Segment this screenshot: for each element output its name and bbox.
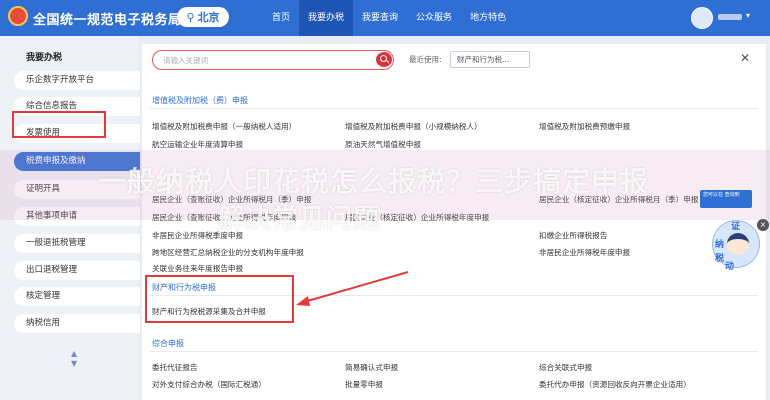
mascot-char: 税 bbox=[715, 254, 725, 264]
main-nav: 首页 我要办税 我要查询 公众服务 地方特色 bbox=[263, 0, 515, 36]
region-selector[interactable]: ⚲ 北京 bbox=[177, 7, 229, 27]
mascot-icon[interactable]: 证 纳 税 动 bbox=[712, 220, 760, 272]
nav-query[interactable]: 我要查询 bbox=[353, 0, 407, 36]
link-cit-7[interactable]: 跨地区经营汇总纳税企业的分支机构年度申报 bbox=[152, 247, 304, 258]
sidebar-item-credit[interactable]: 纳税信用 bbox=[14, 314, 140, 333]
nav-home[interactable]: 首页 bbox=[263, 0, 299, 36]
search-box bbox=[152, 50, 394, 70]
annotation-box-property bbox=[145, 275, 294, 323]
sidebar-item-lqi-platform[interactable]: 乐企数字开放平台 bbox=[14, 71, 140, 90]
sidebar-item-refund[interactable]: 一般退抵税管理 bbox=[14, 234, 140, 253]
link-comp-1[interactable]: 委托代征报告 bbox=[152, 362, 198, 373]
link-comp-2[interactable]: 简易确认式申报 bbox=[345, 362, 398, 373]
mascot-face bbox=[727, 233, 749, 255]
search-input[interactable] bbox=[163, 54, 363, 66]
chevron-down-icon[interactable]: ▾ bbox=[746, 11, 750, 20]
overlay-subheadline: 解决常见问题 bbox=[218, 204, 381, 234]
annotation-box-sidebar bbox=[12, 111, 106, 138]
recent-label: 最近使用: bbox=[409, 55, 442, 64]
mascot-char: 动 bbox=[725, 262, 735, 272]
section-title-comprehensive: 综合申报 bbox=[152, 339, 184, 348]
link-comp-4[interactable]: 对外支付综合办税（国际汇税通） bbox=[152, 379, 266, 390]
floating-hint-button[interactable]: 您可以在 查询到 bbox=[700, 190, 752, 208]
sidebar-item-export-refund[interactable]: 出口退税管理 bbox=[14, 261, 140, 280]
nav-public-service[interactable]: 公众服务 bbox=[407, 0, 461, 36]
divider bbox=[150, 108, 758, 109]
user-avatar[interactable] bbox=[691, 7, 713, 29]
overlay-headline: 一般纳税人印花税怎么报税？三步搞定申报 bbox=[98, 165, 650, 198]
scroll-down-icon[interactable]: ▼ bbox=[71, 359, 77, 368]
location-pin-icon: ⚲ bbox=[186, 10, 195, 24]
link-cit-8[interactable]: 非居民企业所得税年度申报 bbox=[539, 247, 630, 258]
close-icon[interactable]: × bbox=[757, 219, 769, 231]
link-cit-9[interactable]: 关联业务往来年度报告申报 bbox=[152, 263, 243, 274]
close-icon[interactable]: ✕ bbox=[740, 51, 750, 65]
link-comp-6[interactable]: 委托代办申报（资源回收反向开票企业适用） bbox=[539, 379, 691, 390]
scroll-up-icon[interactable]: ▲ bbox=[71, 349, 77, 358]
nav-tax-handling[interactable]: 我要办税 bbox=[299, 0, 354, 36]
mascot-char: 纳 bbox=[715, 240, 725, 250]
link-oil-gas[interactable]: 原油天然气增值税申报 bbox=[345, 139, 421, 150]
username-redacted[interactable] bbox=[718, 14, 742, 20]
recent-tag[interactable]: 财产和行为税... bbox=[450, 51, 530, 68]
top-bar: 全国统一规范电子税务局 ⚲ 北京 首页 我要办税 我要查询 公众服务 地方特色 … bbox=[0, 0, 770, 36]
app-title: 全国统一规范电子税务局 bbox=[33, 13, 182, 28]
link-vat-prepay[interactable]: 增值税及附加税费预缴申报 bbox=[539, 121, 630, 132]
link-vat-small[interactable]: 增值税及附加税费申报（小规模纳税人） bbox=[345, 121, 482, 132]
divider bbox=[150, 351, 758, 352]
sidebar-item-assessment[interactable]: 核定管理 bbox=[14, 287, 140, 306]
annotation-arrow bbox=[296, 271, 409, 306]
link-comp-5[interactable]: 批量零申报 bbox=[345, 379, 383, 390]
link-comp-3[interactable]: 综合关联式申报 bbox=[539, 362, 592, 373]
link-vat-general[interactable]: 增值税及附加税费申报（一般纳税人适用） bbox=[152, 121, 296, 132]
link-cit-6[interactable]: 扣缴企业所得税报告 bbox=[539, 230, 607, 241]
sidebar-header: 我要办税 bbox=[26, 53, 63, 63]
section-title-vat: 增值税及附加税（费）申报 bbox=[152, 96, 248, 105]
tax-emblem-icon bbox=[8, 6, 28, 26]
region-label: 北京 bbox=[197, 11, 220, 24]
mascot-char: 证 bbox=[731, 222, 741, 232]
link-aviation[interactable]: 航空运输企业年度清算申报 bbox=[152, 139, 243, 150]
search-button[interactable] bbox=[376, 52, 392, 67]
nav-local-features[interactable]: 地方特色 bbox=[461, 0, 515, 36]
